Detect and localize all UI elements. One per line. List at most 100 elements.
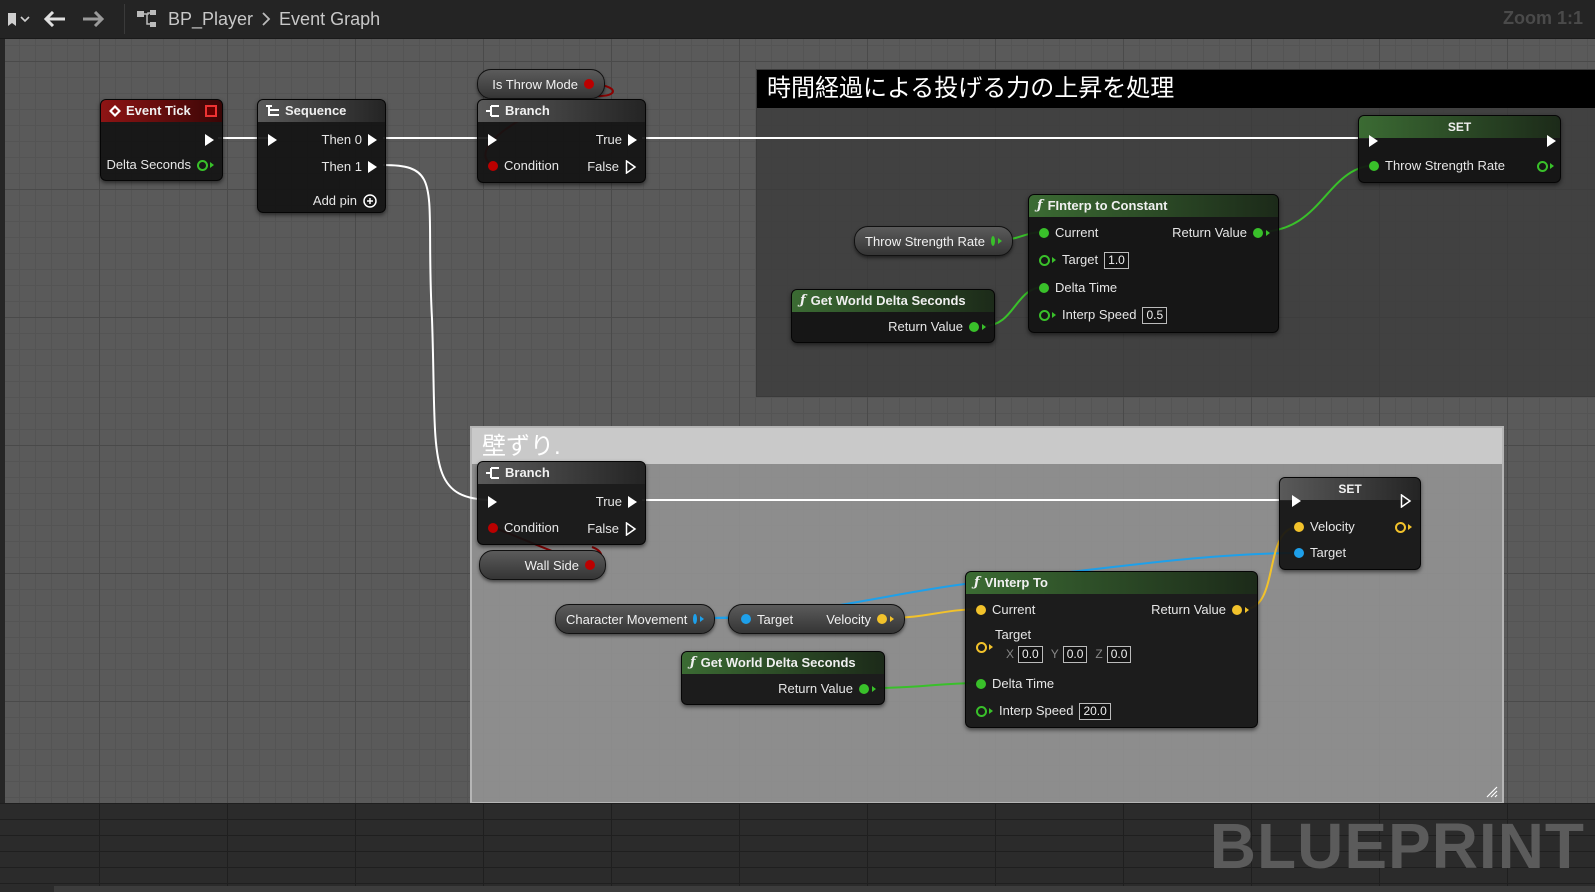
float-pin[interactable] [1039, 254, 1050, 266]
target-z-field[interactable]: 0.0 [1106, 645, 1132, 663]
event-tick-node[interactable]: Event Tick Delta Seconds [100, 99, 223, 181]
node-title: SET [1447, 120, 1472, 134]
pin-label: False [587, 159, 619, 174]
graph-canvas[interactable]: 時間経過による投げる力の上昇を処理 壁ずり. Event Tick Delta … [5, 39, 1595, 803]
float-pin[interactable] [197, 159, 208, 171]
float-pin[interactable] [1039, 309, 1050, 321]
pin-arrow [1245, 607, 1249, 613]
event-tick-header: Event Tick [101, 100, 222, 122]
pin-label: True [595, 494, 622, 509]
bookmark-dropdown[interactable] [6, 0, 30, 38]
vector-pin[interactable] [877, 614, 887, 624]
float-pin[interactable] [1369, 161, 1379, 171]
exec-in-pin[interactable] [488, 496, 497, 508]
throw-strength-rate-getter[interactable]: Throw Strength Rate [854, 226, 1013, 256]
delegate-pin-icon[interactable] [205, 105, 217, 117]
set-throw-strength-node[interactable]: SET Throw Strength Rate [1358, 115, 1561, 183]
target-y-field[interactable]: 0.0 [1062, 645, 1088, 663]
target-value-field[interactable]: 1.0 [1104, 251, 1129, 269]
exec-out-pin[interactable] [368, 134, 377, 146]
back-button[interactable] [44, 0, 72, 38]
branch-node-top[interactable]: Branch True Condition False [477, 99, 646, 183]
wall-side-getter[interactable]: Wall Side [479, 550, 606, 580]
interp-speed-field[interactable]: 0.5 [1142, 306, 1168, 324]
add-pin-button[interactable]: Add pin [313, 192, 377, 210]
target-x-field[interactable]: 0.0 [1018, 645, 1043, 663]
finterp-to-constant-node[interactable]: ƒ FInterp to Constant Current Return Val… [1028, 194, 1279, 333]
exec-in-pin[interactable] [268, 134, 277, 146]
float-pin[interactable] [1039, 228, 1049, 238]
delta-time-row: Delta Time [976, 675, 1054, 693]
branch-node-bottom[interactable]: Branch True Condition False [477, 461, 646, 545]
forward-button[interactable] [82, 0, 110, 38]
exec-out-pin[interactable] [1547, 135, 1556, 147]
exec-out-pin[interactable] [368, 161, 377, 173]
get-world-delta-seconds-node[interactable]: ƒ Get World Delta Seconds Return Value [791, 289, 995, 343]
object-pin[interactable] [1294, 548, 1304, 558]
exec-in-pin[interactable] [1369, 135, 1378, 147]
vector-pin[interactable] [976, 605, 986, 615]
bool-pin[interactable] [585, 560, 595, 570]
pin-label: Velocity [826, 611, 871, 627]
float-pin[interactable] [1537, 160, 1548, 172]
exec-out-pin-hollow[interactable] [625, 160, 637, 174]
sequence-node[interactable]: Sequence Then 0 Then 1 Add pin [257, 99, 386, 213]
exec-in-row [268, 131, 277, 149]
velocity-getter[interactable]: Target Velocity [728, 604, 905, 634]
horizontal-scrollbar[interactable] [54, 886, 1595, 892]
node-title: Sequence [285, 103, 347, 118]
exec-out-pin[interactable] [628, 134, 637, 146]
set-velocity-node[interactable]: SET Velocity Target [1279, 477, 1421, 570]
bool-pin[interactable] [584, 79, 594, 89]
return-row: Return Value [1151, 601, 1249, 619]
float-pin[interactable] [1253, 228, 1263, 238]
character-movement-getter[interactable]: Character Movement [555, 604, 715, 634]
branch-icon [486, 467, 499, 479]
vector-pin[interactable] [976, 641, 987, 653]
graph-toolbar: BP_Player Event Graph Zoom 1:1 [0, 0, 1595, 39]
get-world-delta-seconds-node[interactable]: ƒ Get World Delta Seconds Return Value [681, 651, 885, 705]
branch-header: Branch [478, 462, 645, 484]
pin-arrow [1408, 524, 1412, 530]
return-row: Return Value [1172, 224, 1270, 242]
exec-in-row [1369, 132, 1378, 150]
set-header: SET [1280, 478, 1420, 500]
exec-in-pin[interactable] [1292, 495, 1301, 507]
exec-out-pin[interactable] [205, 134, 214, 146]
float-pin[interactable] [976, 679, 986, 689]
object-pin[interactable] [693, 614, 697, 624]
float-pin[interactable] [1039, 283, 1049, 293]
value-out-row [1537, 157, 1554, 175]
vinterp-to-node[interactable]: ƒ VInterp To Current Return Value Target… [965, 571, 1258, 728]
vector-pin[interactable] [1395, 521, 1406, 533]
velocity-row: Velocity [1294, 518, 1355, 536]
vector-pin[interactable] [1232, 605, 1242, 615]
bool-pin[interactable] [488, 523, 498, 533]
graph-canvas-lower: BLUEPRINT [0, 803, 1595, 892]
function-icon: ƒ [690, 655, 696, 670]
current-row: Current [976, 601, 1035, 619]
pin-label: Delta Time [992, 676, 1055, 691]
float-pin[interactable] [976, 705, 987, 717]
float-pin[interactable] [990, 236, 995, 246]
exec-out-pin-hollow[interactable] [1400, 494, 1412, 508]
exec-out-pin[interactable] [628, 496, 637, 508]
true-row: True [596, 493, 637, 511]
float-pin[interactable] [969, 322, 979, 332]
vector-pin[interactable] [1294, 522, 1304, 532]
function-header: ƒ Get World Delta Seconds [682, 652, 884, 674]
exec-in-pin[interactable] [488, 134, 497, 146]
pin-label: Then 1 [321, 159, 362, 174]
breadcrumb-blueprint[interactable]: BP_Player [168, 9, 253, 30]
object-pin[interactable] [741, 614, 751, 624]
target-row: Target [1294, 544, 1346, 562]
float-pin[interactable] [859, 684, 869, 694]
breadcrumb-graph[interactable]: Event Graph [279, 9, 380, 30]
interp-speed-field[interactable]: 20.0 [1079, 702, 1111, 720]
target-pin-row [976, 638, 993, 656]
pin-arrow [1052, 312, 1056, 318]
exec-out-pin-hollow[interactable] [625, 522, 637, 536]
is-throw-mode-getter[interactable]: Is Throw Mode [477, 69, 605, 99]
toolbar-divider [124, 4, 125, 34]
bool-pin[interactable] [488, 161, 498, 171]
